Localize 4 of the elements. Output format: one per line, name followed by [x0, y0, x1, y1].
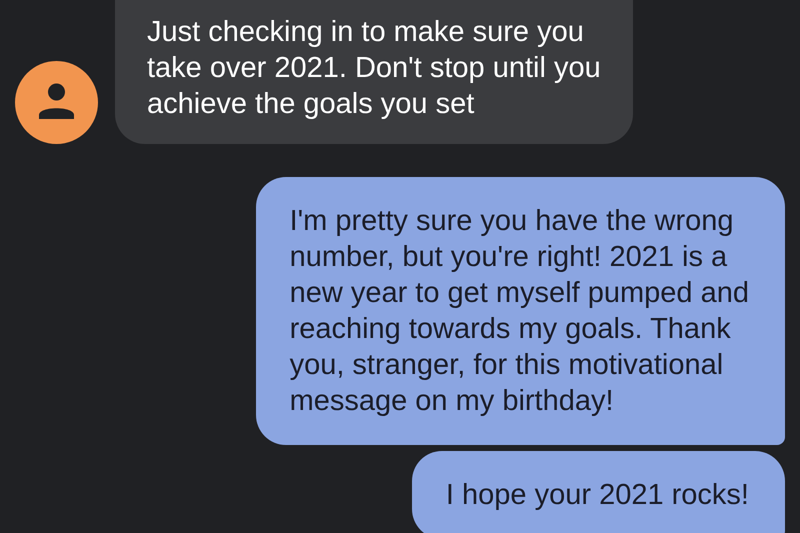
sent-message: I hope your 2021 rocks!: [412, 451, 785, 533]
avatar-icon: [15, 61, 98, 144]
received-message: Just checking in to make sure you take over 2021. Don't stop until you achieve the goals you set: [115, 0, 633, 144]
sent-message: I'm pretty sure you have the wrong number, but you're right! 2021 is a new year to get myself pumped and reaching towards my goals. Thank you, stranger, for this motivational message on my birthday!: [256, 177, 785, 445]
